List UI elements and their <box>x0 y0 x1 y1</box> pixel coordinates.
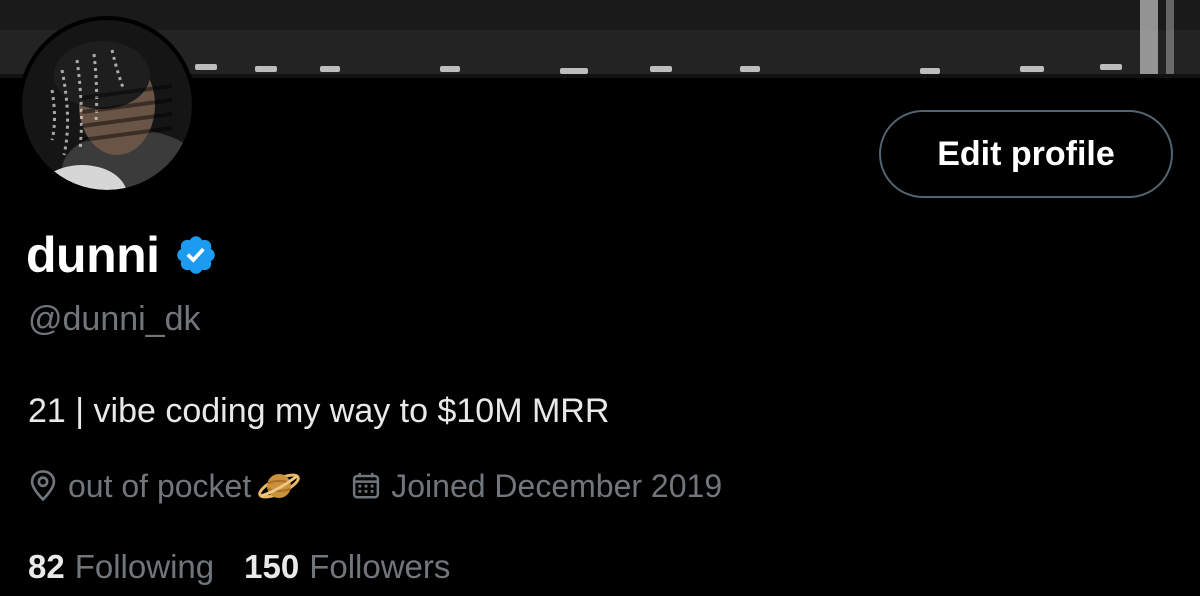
joined-item: Joined December 2019 <box>351 468 722 505</box>
location-pin-icon <box>30 470 56 502</box>
avatar[interactable] <box>18 16 196 194</box>
followers-link[interactable]: 150 Followers <box>244 548 450 586</box>
name-row: dunni <box>26 226 218 284</box>
followers-label: Followers <box>309 548 451 585</box>
joined-date-text: Joined December 2019 <box>391 467 723 504</box>
display-name: dunni <box>26 227 160 283</box>
ringed-planet-icon <box>258 473 300 499</box>
calendar-icon <box>353 472 380 499</box>
following-link[interactable]: 82 Following <box>28 548 214 586</box>
following-count: 82 <box>28 548 65 585</box>
follow-stats: 82 Following 150 Followers <box>28 548 450 586</box>
bio-text: 21 | vibe coding my way to $10M MRR <box>28 392 610 430</box>
followers-count: 150 <box>244 548 300 585</box>
location-text: out of pocket <box>68 467 252 504</box>
verified-badge-icon[interactable] <box>174 233 218 277</box>
username-handle: @dunni_dk <box>28 300 201 338</box>
profile-meta: out of pocket Joined December 2019 <box>28 466 722 506</box>
location-item: out of pocket <box>28 466 311 506</box>
edit-profile-button[interactable]: Edit profile <box>879 110 1173 198</box>
avatar-photo <box>22 20 192 190</box>
following-label: Following <box>74 548 215 585</box>
